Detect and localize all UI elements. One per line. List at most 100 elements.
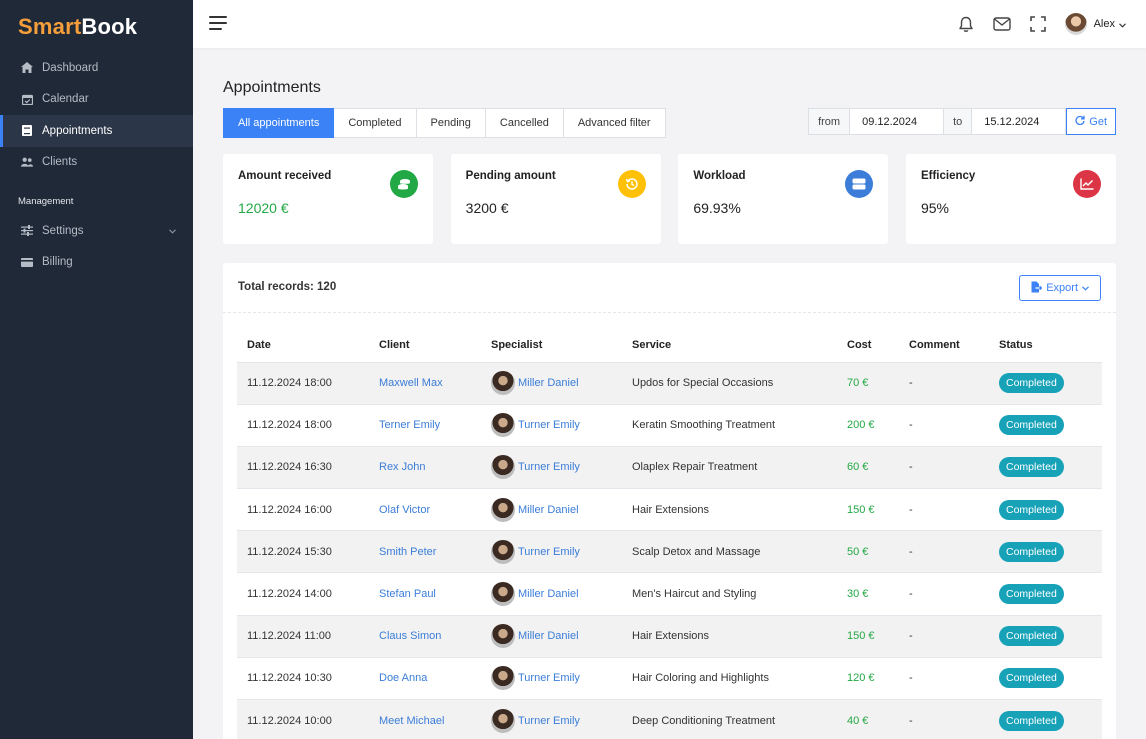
tab-cancelled[interactable]: Cancelled <box>485 108 564 138</box>
cell-specialist: Turner Emily <box>481 404 622 447</box>
cell-cost: 150 € <box>837 488 899 532</box>
specialist-link[interactable]: Turner Emily <box>518 672 580 684</box>
cell-cost: 70 € <box>837 362 899 405</box>
column-header-service[interactable]: Service <box>622 328 837 363</box>
specialist-link[interactable]: Miller Daniel <box>518 377 579 389</box>
column-header-specialist[interactable]: Specialist <box>481 328 622 363</box>
tab-pending[interactable]: Pending <box>416 108 486 138</box>
sidebar-item-label: Appointments <box>42 124 113 137</box>
specialist-link[interactable]: Turner Emily <box>518 715 580 727</box>
specialist-link[interactable]: Miller Daniel <box>518 588 579 600</box>
sidebar-item-label: Calendar <box>42 93 89 106</box>
brand-part2: Book <box>81 14 138 39</box>
client-link[interactable]: Smith Peter <box>379 546 436 558</box>
cell-client: Olaf Victor <box>369 488 481 532</box>
mail-icon[interactable] <box>992 15 1011 33</box>
cell-status: Completed <box>989 362 1102 405</box>
table-row: 11.12.2024 18:00 Terner Emily Turner Emily… <box>237 404 1102 447</box>
avatar <box>491 708 515 733</box>
export-label: Export <box>1046 282 1078 294</box>
cell-specialist: Miller Daniel <box>481 488 622 532</box>
sidebar-section-management: Management <box>18 196 74 207</box>
cell-specialist: Miller Daniel <box>481 362 622 405</box>
specialist-link[interactable]: Turner Emily <box>518 546 580 558</box>
sidebar-item-appointments[interactable]: Appointments <box>0 115 193 147</box>
users-icon <box>21 156 33 168</box>
appointment-tabs: All appointments Completed Pending Cance… <box>223 108 666 138</box>
status-badge: Completed <box>999 541 1064 562</box>
cell-comment: - <box>899 446 989 490</box>
column-header-status[interactable]: Status <box>989 328 1102 363</box>
sidebar-item-calendar[interactable]: Calendar <box>0 84 193 116</box>
avatar <box>491 455 515 480</box>
avatar <box>491 666 515 691</box>
specialist-link[interactable]: Miller Daniel <box>518 504 579 516</box>
cell-status: Completed <box>989 488 1102 532</box>
sidebar-item-billing[interactable]: Billing <box>0 247 193 279</box>
column-header-cost[interactable]: Cost <box>837 328 899 363</box>
specialist-link[interactable]: Turner Emily <box>518 461 580 473</box>
to-date-input[interactable]: 15.12.2024 <box>972 108 1067 135</box>
user-menu[interactable]: Alex <box>1064 13 1126 35</box>
client-link[interactable]: Olaf Victor <box>379 504 430 516</box>
cell-service: Updos for Special Occasions <box>622 362 837 405</box>
status-badge: Completed <box>999 457 1064 478</box>
get-button[interactable]: Get <box>1066 108 1116 135</box>
cell-cost: 60 € <box>837 446 899 490</box>
cell-comment: - <box>899 615 989 658</box>
client-link[interactable]: Terner Emily <box>379 419 440 431</box>
sidebar-item-clients[interactable]: Clients <box>0 147 193 179</box>
cell-date: 11.12.2024 15:30 <box>237 530 369 574</box>
stat-value: 95% <box>920 200 949 216</box>
column-header-date[interactable]: Date <box>237 328 369 363</box>
cell-status: Completed <box>989 446 1102 490</box>
tab-completed[interactable]: Completed <box>334 108 417 138</box>
total-records: Total records: 120 <box>238 281 337 293</box>
cell-status: Completed <box>989 699 1102 739</box>
table-row: 11.12.2024 16:30 Rex John Turner Emily Olap… <box>237 446 1102 490</box>
client-link[interactable]: Maxwell Max <box>379 377 443 389</box>
file-export-icon <box>1031 281 1043 296</box>
cell-date: 11.12.2024 11:00 <box>237 615 369 658</box>
status-badge: Completed <box>999 499 1064 520</box>
cell-specialist: Turner Emily <box>481 657 622 701</box>
bell-icon[interactable] <box>957 15 975 33</box>
sliders-icon <box>21 225 33 237</box>
menu-toggle-icon[interactable] <box>209 16 227 30</box>
client-link[interactable]: Meet Michael <box>379 715 444 727</box>
from-date-input[interactable]: 09.12.2024 <box>850 108 945 135</box>
client-link[interactable]: Rex John <box>379 461 425 473</box>
date-range-filter: from 09.12.2024 to 15.12.2024 Get <box>808 108 1116 135</box>
table-row: 11.12.2024 10:00 Meet Michael Turner Emily… <box>237 699 1102 739</box>
specialist-link[interactable]: Turner Emily <box>518 419 580 431</box>
brand-logo[interactable]: SmartBook <box>0 0 193 52</box>
cell-service: Hair Extensions <box>622 488 837 532</box>
tab-all-appointments[interactable]: All appointments <box>223 108 335 138</box>
tab-advanced-filter[interactable]: Advanced filter <box>563 108 666 138</box>
column-header-comment[interactable]: Comment <box>899 328 989 363</box>
specialist-link[interactable]: Miller Daniel <box>518 630 579 642</box>
sidebar-item-settings[interactable]: Settings <box>0 215 193 247</box>
client-link[interactable]: Claus Simon <box>379 630 441 642</box>
sidebar-item-label: Settings <box>42 224 84 237</box>
cell-specialist: Turner Emily <box>481 530 622 574</box>
chevron-down-icon <box>169 225 176 237</box>
column-header-client[interactable]: Client <box>369 328 481 363</box>
cell-service: Men's Haircut and Styling <box>622 572 837 616</box>
cell-cost: 120 € <box>837 657 899 701</box>
sidebar-item-dashboard[interactable]: Dashboard <box>0 52 193 84</box>
user-name: Alex <box>1093 18 1115 30</box>
sidebar-nav: Dashboard Calendar Appointments Clients <box>0 52 193 178</box>
refresh-icon <box>1075 115 1085 128</box>
cell-specialist: Miller Daniel <box>481 615 622 658</box>
export-button[interactable]: Export <box>1019 275 1101 301</box>
stats-row: Amount received 12020 € Pending amount 3… <box>223 154 1116 244</box>
stat-card-efficiency: Efficiency 95% <box>905 154 1116 244</box>
cell-date: 11.12.2024 10:00 <box>237 699 369 739</box>
client-link[interactable]: Doe Anna <box>379 672 427 684</box>
fullscreen-icon[interactable] <box>1029 15 1047 33</box>
client-link[interactable]: Stefan Paul <box>379 588 436 600</box>
status-badge: Completed <box>999 626 1064 647</box>
cell-cost: 50 € <box>837 530 899 574</box>
table-row: 11.12.2024 10:30 Doe Anna Turner Emily Hair… <box>237 657 1102 701</box>
